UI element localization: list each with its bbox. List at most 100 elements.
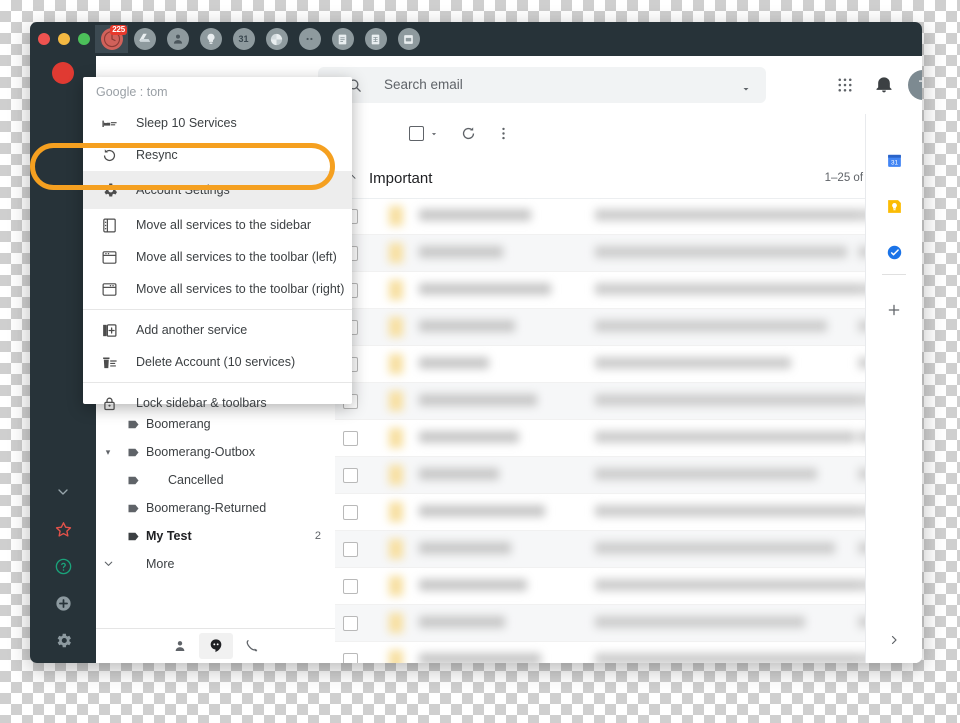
table-row[interactable]	[335, 198, 922, 235]
row-content-blurred	[367, 309, 922, 345]
table-row[interactable]	[335, 420, 922, 457]
expand-panel-chevron-icon[interactable]	[888, 634, 900, 649]
star-icon[interactable]	[52, 518, 74, 540]
folder-label: Cancelled	[168, 473, 224, 487]
table-row[interactable]	[335, 642, 922, 663]
folder-row-boomerang-returned[interactable]: Boomerang-Returned	[96, 494, 335, 522]
row-content-blurred	[367, 420, 922, 456]
star-icon[interactable]	[389, 243, 403, 263]
refresh-icon[interactable]	[460, 125, 477, 142]
toolbar-service-clock[interactable]: 225	[95, 25, 128, 53]
table-row[interactable]	[335, 272, 922, 309]
row-checkbox[interactable]	[343, 653, 358, 663]
divider	[882, 274, 906, 275]
search-input[interactable]: Search email	[318, 67, 766, 103]
select-all-checkbox[interactable]	[409, 126, 439, 141]
row-checkbox[interactable]	[343, 579, 358, 594]
contacts-icon[interactable]	[163, 633, 197, 659]
star-icon[interactable]	[389, 206, 403, 226]
toolbar-service-drive[interactable]	[128, 25, 161, 53]
contacts-icon	[166, 28, 189, 50]
toolbar-service-sheets[interactable]	[359, 25, 392, 53]
row-content-blurred	[367, 605, 922, 641]
folder-row-cancelled[interactable]: Cancelled	[96, 466, 335, 494]
minimize-window-button[interactable]	[58, 33, 70, 45]
row-checkbox[interactable]	[343, 505, 358, 520]
table-row[interactable]	[335, 605, 922, 642]
star-icon[interactable]	[389, 576, 403, 596]
star-icon[interactable]	[389, 539, 403, 559]
star-icon[interactable]	[389, 502, 403, 522]
menu-item-sleep-services[interactable]: Sleep 10 Services	[83, 107, 352, 139]
table-row[interactable]	[335, 309, 922, 346]
menu-item-move-to-sidebar[interactable]: Move all services to the sidebar	[83, 209, 352, 241]
email-list-panel: Important 1–25 of 30	[335, 114, 922, 663]
side-apps-panel: 31	[865, 114, 922, 663]
star-icon[interactable]	[389, 428, 403, 448]
row-checkbox[interactable]	[343, 468, 358, 483]
table-row[interactable]	[335, 457, 922, 494]
rail-service-active[interactable]	[52, 62, 74, 84]
toolbar-service-photos[interactable]	[260, 25, 293, 53]
bell-icon[interactable]	[874, 74, 894, 99]
folder-row-boomerang-outbox[interactable]: ▾ Boomerang-Outbox	[96, 438, 335, 466]
more-vertical-icon[interactable]	[495, 125, 512, 142]
table-row[interactable]	[335, 531, 922, 568]
menu-item-move-to-toolbar-left[interactable]: Move all services to the toolbar (left)	[83, 241, 352, 273]
star-icon[interactable]	[389, 354, 403, 374]
folder-row-my-test[interactable]: My Test 2	[96, 522, 335, 550]
add-circle-icon[interactable]	[52, 592, 74, 614]
expander-icon[interactable]: ▾	[96, 447, 120, 458]
star-icon[interactable]	[389, 465, 403, 485]
menu-item-add-service[interactable]: Add another service	[83, 314, 352, 346]
tasks-icon[interactable]	[884, 242, 904, 262]
calendar-icon[interactable]: 31	[884, 150, 904, 170]
close-window-button[interactable]	[38, 33, 50, 45]
table-row[interactable]	[335, 383, 922, 420]
menu-item-resync[interactable]: Resync	[83, 139, 352, 171]
toolbar-service-slides[interactable]	[392, 25, 425, 53]
row-content-blurred	[367, 494, 922, 530]
keep-icon[interactable]	[884, 196, 904, 216]
toolbar-service-docs[interactable]	[326, 25, 359, 53]
row-checkbox[interactable]	[343, 616, 358, 631]
hangouts-icon[interactable]	[198, 633, 233, 659]
menu-header-label: Google : tom	[96, 85, 168, 99]
menu-item-delete-account[interactable]: Delete Account (10 services)	[83, 346, 352, 378]
add-icon[interactable]	[884, 300, 904, 320]
menu-item-label: Move all services to the toolbar (left)	[136, 250, 337, 264]
toolbar-service-calendar[interactable]: 31	[227, 25, 260, 53]
row-checkbox[interactable]	[343, 431, 358, 446]
menu-item-label: Add another service	[136, 323, 248, 337]
chevron-down-icon[interactable]	[52, 481, 74, 503]
photos-icon	[265, 28, 288, 50]
star-icon[interactable]	[389, 280, 403, 300]
table-row[interactable]	[335, 346, 922, 383]
chevron-down-icon[interactable]	[740, 82, 752, 100]
table-row[interactable]	[335, 568, 922, 605]
row-checkbox[interactable]	[343, 542, 358, 557]
help-icon[interactable]	[52, 555, 74, 577]
menu-item-label: Delete Account (10 services)	[136, 355, 296, 369]
apps-grid-icon[interactable]	[836, 76, 854, 99]
menu-item-move-to-toolbar-right[interactable]: Move all services to the toolbar (right)	[83, 273, 352, 305]
settings-gear-icon[interactable]	[52, 629, 74, 651]
chevron-down-icon[interactable]	[96, 557, 120, 572]
star-icon[interactable]	[389, 650, 403, 663]
star-icon[interactable]	[389, 613, 403, 633]
menu-item-account-settings[interactable]: Account Settings	[83, 171, 352, 209]
toolbar-right-icon	[83, 281, 136, 298]
star-icon[interactable]	[389, 317, 403, 337]
avatar[interactable]: T	[908, 70, 922, 100]
folder-row-more[interactable]: More	[96, 550, 335, 578]
svg-text:31: 31	[890, 159, 898, 166]
table-row[interactable]	[335, 235, 922, 272]
toolbar-service-keep[interactable]	[194, 25, 227, 53]
zoom-window-button[interactable]	[78, 33, 90, 45]
toolbar-service-hangouts[interactable]	[293, 25, 326, 53]
star-icon[interactable]	[389, 391, 403, 411]
menu-item-lock-sidebar[interactable]: Lock sidebar & toolbars	[83, 387, 352, 419]
toolbar-service-contacts[interactable]	[161, 25, 194, 53]
phone-icon[interactable]	[235, 633, 269, 659]
table-row[interactable]	[335, 494, 922, 531]
